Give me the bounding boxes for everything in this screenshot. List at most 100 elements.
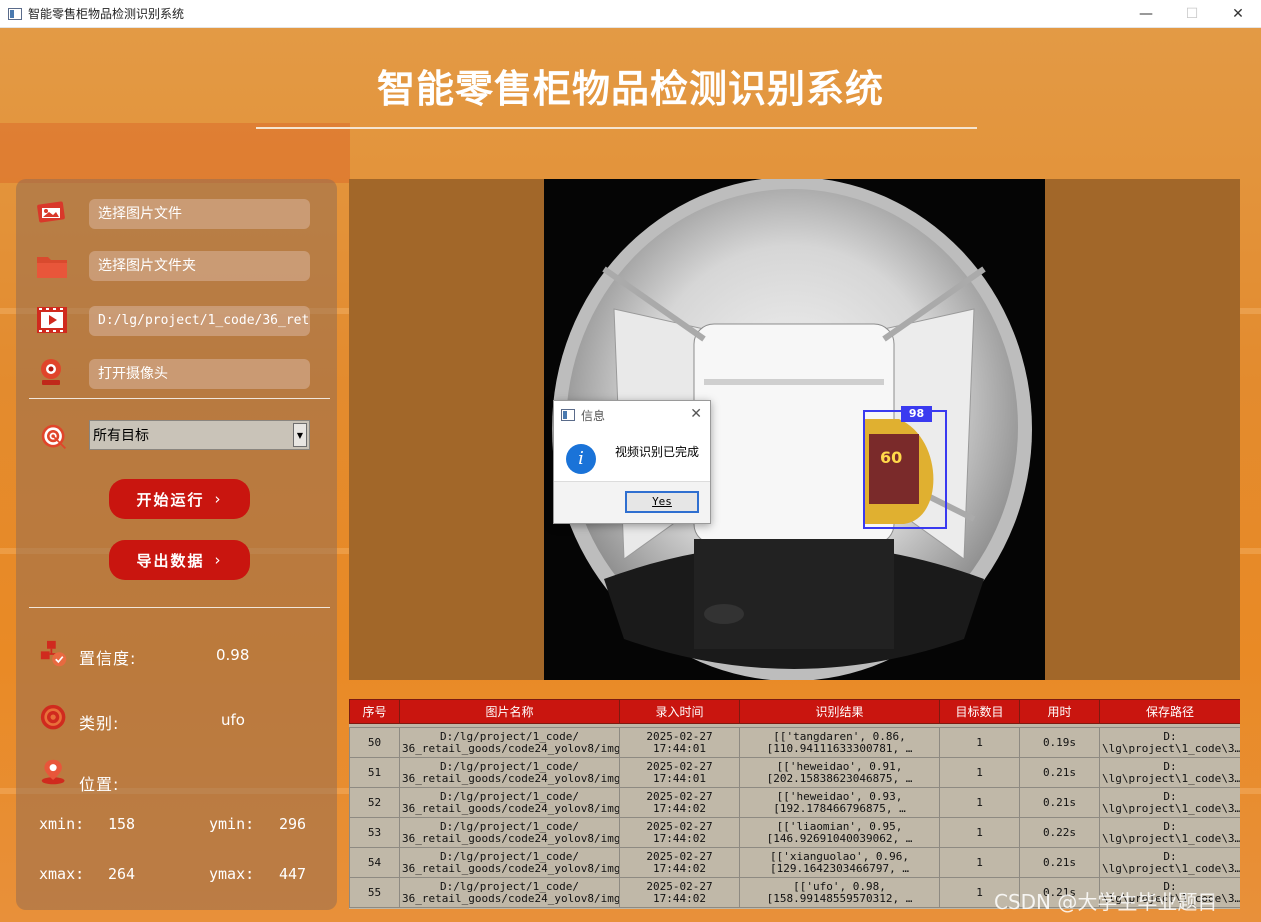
cell-result: [['heweidao', 0.91, [202.15838623046875, … <box>739 757 940 788</box>
cell-result: [['ufo', 0.98, [158.99148559570312, … <box>739 877 940 908</box>
results-table[interactable]: 序号 图片名称 录入时间 识别结果 目标数目 用时 保存路径 50 D:/lg/p… <box>349 699 1240 909</box>
title-underline <box>256 127 977 129</box>
cell-count: 1 <box>939 757 1020 788</box>
cell-image-name: D:/lg/project/1_code/36_retail_goods/cod… <box>399 847 620 878</box>
table-row[interactable]: 51 D:/lg/project/1_code/36_retail_goods/c… <box>349 757 1240 788</box>
cell-count-text: 1 <box>976 795 983 809</box>
cell-result-text: [202.15838623046875, … <box>766 771 913 785</box>
cell-id: 53 <box>349 817 400 848</box>
cell-save-path-text: \lg\project\1_code\3… <box>1102 801 1240 815</box>
chevron-right-icon: › <box>214 490 223 508</box>
window-title: 智能零售柜物品检测识别系统 <box>28 7 185 21</box>
message-dialog: 信息 ✕ i 视频识别已完成 Yes <box>553 400 711 524</box>
start-button[interactable]: 开始运行 › <box>109 479 250 519</box>
dialog-close-icon[interactable]: ✕ <box>690 406 702 422</box>
class-label: 类别: <box>79 714 120 733</box>
cell-duration-text: 0.22s <box>1042 825 1077 839</box>
cell-image-name: D:/lg/project/1_code/36_retail_goods/cod… <box>399 817 620 848</box>
target-select-value: 所有目标 <box>93 428 149 444</box>
table-header-row: 序号 图片名称 录入时间 识别结果 目标数目 用时 保存路径 <box>349 699 1240 724</box>
cell-count: 1 <box>939 817 1020 848</box>
cell-save-path-text: \lg\project\1_code\3… <box>1102 771 1240 785</box>
location-pin-icon <box>41 759 65 785</box>
cell-time-text: 17:44:02 <box>653 891 706 905</box>
cell-id-text: 52 <box>367 795 382 809</box>
target-icon <box>41 424 66 449</box>
window-titlebar: 智能零售柜物品检测识别系统 — ☐ ✕ <box>0 0 1261 28</box>
cell-result-text: [110.94111633300781, … <box>766 741 913 755</box>
video-path-field[interactable]: D:/lg/project/1_code/36_retail_goods/cod… <box>89 306 310 336</box>
table-row[interactable]: 52 D:/lg/project/1_code/36_retail_goods/c… <box>349 787 1240 818</box>
cell-duration-text: 0.21s <box>1042 855 1077 869</box>
cell-result-text: [192.178466796875, … <box>773 801 906 815</box>
cell-save-path: D: \lg\project\1_code\3… <box>1099 757 1240 788</box>
cell-id-text: 55 <box>367 885 382 899</box>
confidence-icon <box>40 640 67 667</box>
camera-icon <box>41 359 61 385</box>
cell-id-text: 50 <box>367 735 382 749</box>
column-header[interactable]: 保存路径 <box>1099 699 1240 724</box>
close-button[interactable]: ✕ <box>1215 0 1261 28</box>
select-folder-button[interactable]: 选择图片文件夹 <box>89 251 310 281</box>
cell-result-text: [158.99148559570312, … <box>766 891 913 905</box>
dialog-title: 信息 <box>581 408 606 423</box>
start-button-label: 开始运行 <box>136 490 205 509</box>
maximize-button[interactable]: ☐ <box>1169 0 1215 28</box>
cell-time: 2025-02-27 17:44:01 <box>619 757 740 788</box>
cell-save-path-text: \lg\project\1_code\3… <box>1102 831 1240 845</box>
dropdown-arrow-icon[interactable]: ▼ <box>293 423 307 447</box>
cell-count-text: 1 <box>976 765 983 779</box>
table-row[interactable]: 53 D:/lg/project/1_code/36_retail_goods/c… <box>349 817 1240 848</box>
xmin-label: xmin: <box>39 815 85 833</box>
cell-count: 1 <box>939 787 1020 818</box>
cell-count-text: 1 <box>976 735 983 749</box>
cell-id: 55 <box>349 877 400 908</box>
target-select[interactable]: 所有目标 ▼ <box>89 420 310 450</box>
minimize-button[interactable]: — <box>1123 0 1169 28</box>
cell-image-name: D:/lg/project/1_code/36_retail_goods/cod… <box>399 787 620 818</box>
cell-time-text: 17:44:01 <box>653 741 706 755</box>
yes-button[interactable]: Yes <box>625 491 699 513</box>
detection-label: 98 <box>901 406 932 422</box>
window-controls: — ☐ ✕ <box>1123 0 1261 28</box>
cell-result: [['tangdaren', 0.86, [110.94111633300781,… <box>739 727 940 758</box>
column-header[interactable]: 录入时间 <box>619 699 740 724</box>
cell-id-text: 53 <box>367 825 382 839</box>
xmin-value: 158 <box>108 815 136 833</box>
select-image-button[interactable]: 选择图片文件 <box>89 199 310 229</box>
cell-image-name-text: 36_retail_goods/code24_yolov8/img… <box>402 801 620 815</box>
chevron-right-icon: › <box>214 551 223 569</box>
column-header[interactable]: 识别结果 <box>739 699 940 724</box>
column-header[interactable]: 用时 <box>1019 699 1100 724</box>
cell-time-text: 17:44:02 <box>653 861 706 875</box>
dialog-titlebar: 信息 ✕ <box>554 401 710 429</box>
confidence-label: 置信度: <box>79 649 137 668</box>
position-label: 位置: <box>79 775 120 794</box>
cell-save-path-text: \lg\project\1_code\3… <box>1102 861 1240 875</box>
image-display: 60 98 <box>349 179 1240 680</box>
info-icon: i <box>566 444 596 474</box>
cell-result-text: [146.92691040039062, … <box>766 831 913 845</box>
cell-image-name-text: 36_retail_goods/code24_yolov8/img… <box>402 831 620 845</box>
table-row[interactable]: 50 D:/lg/project/1_code/36_retail_goods/c… <box>349 727 1240 758</box>
cell-image-name: D:/lg/project/1_code/36_retail_goods/cod… <box>399 877 620 908</box>
cell-id: 51 <box>349 757 400 788</box>
cell-image-name-text: 36_retail_goods/code24_yolov8/img… <box>402 771 620 785</box>
column-header[interactable]: 目标数目 <box>939 699 1020 724</box>
column-header[interactable]: 图片名称 <box>399 699 620 724</box>
cell-save-path: D: \lg\project\1_code\3… <box>1099 727 1240 758</box>
export-button[interactable]: 导出数据 › <box>109 540 250 580</box>
cell-save-path-text: \lg\project\1_code\3… <box>1102 741 1240 755</box>
cell-count: 1 <box>939 847 1020 878</box>
xmax-label: xmax: <box>39 865 85 883</box>
column-header[interactable]: 序号 <box>349 699 400 724</box>
cell-result: [['heweidao', 0.93, [192.178466796875, … <box>739 787 940 818</box>
table-row[interactable]: 54 D:/lg/project/1_code/36_retail_goods/c… <box>349 847 1240 878</box>
video-icon <box>37 307 67 333</box>
app-icon <box>8 7 22 20</box>
open-camera-button[interactable]: 打开摄像头 <box>89 359 310 389</box>
class-icon <box>40 704 66 730</box>
cell-image-name: D:/lg/project/1_code/36_retail_goods/cod… <box>399 757 620 788</box>
ymax-label: ymax: <box>209 865 255 883</box>
ymax-value: 447 <box>279 865 307 883</box>
